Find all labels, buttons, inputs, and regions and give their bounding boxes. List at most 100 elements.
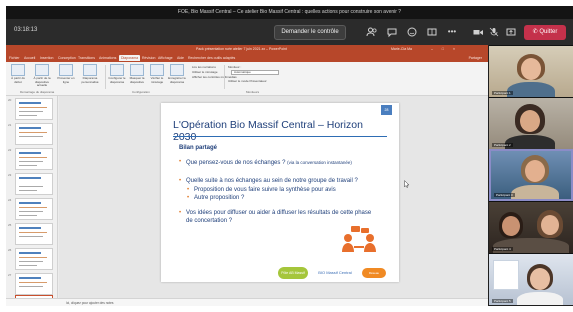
menu-tab-affichage[interactable]: Affichage bbox=[158, 55, 173, 61]
slide-thumbnail[interactable] bbox=[15, 98, 53, 120]
mic-icon[interactable] bbox=[488, 26, 500, 38]
menu-tab-revision[interactable]: Révision bbox=[142, 55, 155, 61]
slide-thumbnail[interactable] bbox=[15, 223, 53, 245]
ppt-share-button[interactable]: Partager bbox=[469, 55, 482, 61]
slide-thumbnail[interactable] bbox=[15, 198, 53, 220]
sub-bullet-item: • Proposition de vous faire suivre la sy… bbox=[187, 187, 364, 195]
poster-in-background bbox=[493, 260, 519, 290]
participant-name: Participant 1 bbox=[492, 91, 513, 95]
menu-tab-fichier[interactable]: Fichier bbox=[9, 55, 20, 61]
sub-bullet-text: Autre proposition ? bbox=[194, 195, 245, 201]
menu-tab-accueil[interactable]: Accueil bbox=[24, 55, 35, 61]
leave-button-label: Quitter bbox=[539, 29, 558, 35]
menu-tab-insertion[interactable]: Insertion bbox=[40, 55, 53, 61]
participant-tile[interactable]: Participant 4 bbox=[489, 201, 573, 253]
setup-show-icon[interactable] bbox=[110, 64, 124, 76]
more-icon[interactable]: ••• bbox=[446, 26, 458, 38]
people-icon[interactable] bbox=[366, 26, 378, 38]
window-title: FOE, Bio Massif Central – Ce atelier Bio… bbox=[6, 6, 573, 19]
thumb-number: 21 bbox=[8, 123, 12, 127]
menu-tab-animations[interactable]: Animations bbox=[99, 55, 116, 61]
group-label-monitors: Moniteurs bbox=[246, 90, 260, 94]
pole-ab-logo: Pôle AB Massif bbox=[278, 267, 308, 279]
menu-tab-diaporama[interactable]: Diaporama bbox=[119, 55, 141, 61]
partner-logo: Réseau bbox=[362, 268, 386, 278]
bullet-dot-icon: • bbox=[187, 187, 190, 193]
teams-meeting-window: FOE, Bio Massif Central – Ce atelier Bio… bbox=[6, 6, 573, 306]
current-slide[interactable]: 28 L'Opération Bio Massif Central – Hori… bbox=[161, 103, 399, 282]
slide-subtitle: Bilan partagé bbox=[179, 145, 218, 151]
powerpoint-document-title: Pack présentation ruée atelier 7 juin 20… bbox=[196, 47, 287, 51]
thumb-number: 24 bbox=[8, 198, 12, 202]
from-current-icon[interactable] bbox=[35, 64, 49, 76]
ribbon-label-custom-show: Diaporama personnalisé bbox=[81, 76, 99, 84]
bio-massif-central-logo: BIO Massif Central bbox=[318, 270, 352, 275]
participant-tile[interactable]: Participant 2 bbox=[489, 97, 573, 149]
camera-icon[interactable] bbox=[472, 26, 484, 38]
ribbon-label-setup: Configurer le diaporama bbox=[108, 76, 126, 84]
notes-pane[interactable]: Ici, cliquez pour ajouter des notes bbox=[6, 298, 488, 306]
slide-thumbnail[interactable] bbox=[15, 123, 53, 145]
shared-screen: Pack présentation ruée atelier 7 juin 20… bbox=[6, 45, 488, 306]
menu-tab-conception[interactable]: Conception bbox=[58, 55, 76, 61]
slide-thumbnail[interactable] bbox=[15, 173, 53, 195]
record-show-icon[interactable] bbox=[170, 64, 184, 76]
discussion-people-icon bbox=[342, 226, 376, 252]
slide-thumbnail[interactable] bbox=[15, 248, 53, 270]
rooms-icon[interactable] bbox=[426, 26, 438, 38]
menu-tab-aide[interactable]: Aide bbox=[177, 55, 184, 61]
bullet-dot-icon: • bbox=[179, 210, 182, 216]
participant-tile[interactable]: Participant 5 bbox=[489, 253, 573, 305]
sub-bullet-text: Proposition de vous faire suivre la synt… bbox=[194, 187, 336, 193]
present-online-icon[interactable] bbox=[59, 64, 73, 76]
slide-thumbnail[interactable] bbox=[15, 148, 53, 170]
bullet-text: Quelle suite à nos échanges au sein de n… bbox=[186, 178, 358, 184]
rehearse-timings-icon[interactable] bbox=[150, 64, 164, 76]
reactions-icon[interactable] bbox=[406, 26, 418, 38]
menu-search[interactable]: Rechercher des outils adaptés bbox=[188, 55, 235, 61]
check-use-timings[interactable]: Utiliser le minutage bbox=[192, 70, 218, 74]
thumb-number: 20 bbox=[8, 98, 12, 102]
hide-slide-icon[interactable] bbox=[130, 64, 144, 76]
share-icon[interactable] bbox=[505, 26, 517, 38]
slide-thumbnails-pane: 20 21 22 23 24 25 26 27 28 bbox=[6, 96, 58, 298]
group-label-setup: Configuration bbox=[132, 90, 150, 94]
powerpoint-user: Marie-Cla Ma bbox=[391, 47, 413, 51]
slide-thumbnail[interactable] bbox=[15, 273, 53, 295]
request-control-button[interactable]: Demander le contrôle bbox=[274, 25, 346, 40]
participant-name: Participant 5 bbox=[492, 299, 513, 303]
bullet-dot-icon: • bbox=[187, 195, 190, 201]
custom-show-icon[interactable] bbox=[83, 64, 97, 76]
sub-bullet-item: • Autre proposition ? bbox=[187, 195, 364, 203]
ribbon-label-hide-slide: Masquer la diapositive bbox=[129, 76, 145, 84]
participant-name: Participant 2 bbox=[492, 143, 513, 147]
bullet-text: Que pensez-vous de nos échanges ? bbox=[186, 160, 286, 166]
ribbon-label-from-beginning: À partir du début bbox=[11, 76, 25, 84]
menu-tab-transitions[interactable]: Transitions bbox=[78, 55, 95, 61]
leave-button[interactable]: ✆ Quitter bbox=[524, 25, 566, 40]
monitor-select[interactable]: Automatique bbox=[231, 70, 279, 75]
bullet-dot-icon: • bbox=[179, 159, 182, 165]
call-timer: 03:18:13 bbox=[14, 27, 38, 33]
from-beginning-icon[interactable] bbox=[11, 64, 25, 76]
ribbon-label-rehearse: Vérifier le minutage bbox=[150, 76, 164, 84]
monitor-label: Moniteur : bbox=[228, 65, 242, 69]
participant-tile-active-speaker[interactable]: Participant 3 bbox=[489, 149, 573, 201]
presenter-view-check[interactable]: Utiliser le mode Présentateur bbox=[228, 79, 267, 83]
powerpoint-title-bar: Pack présentation ruée atelier 7 juin 20… bbox=[6, 45, 488, 54]
slide-editing-area: 28 L'Opération Bio Massif Central – Hori… bbox=[59, 96, 488, 298]
meeting-controls-bar: 03:18:13 Demander le contrôle ••• ✆ Quit… bbox=[6, 19, 573, 45]
participant-tile[interactable]: Participant 1 bbox=[489, 45, 573, 97]
chat-icon[interactable] bbox=[386, 26, 398, 38]
slide-title: L'Opération Bio Massif Central – Horizon… bbox=[173, 119, 363, 143]
powerpoint-menu-tabs: Fichier Accueil Insertion Conception Tra… bbox=[6, 54, 488, 62]
participant-gallery: Participant 1 Participant 2 Participant … bbox=[489, 45, 573, 306]
ribbon-label-present-online: Présenter en ligne bbox=[57, 76, 75, 84]
check-play-narrations[interactable]: Lire les narrations bbox=[192, 65, 216, 69]
window-controls[interactable]: – □ × bbox=[431, 45, 459, 54]
ribbon-label-from-current: À partir de la diapositive actuelle bbox=[33, 76, 51, 88]
participant-name: Participant 4 bbox=[492, 247, 513, 251]
bullet-text: Vos idées pour diffuser ou aider à diffu… bbox=[186, 210, 372, 224]
thumb-number: 23 bbox=[8, 173, 12, 177]
thumb-number: 22 bbox=[8, 148, 12, 152]
